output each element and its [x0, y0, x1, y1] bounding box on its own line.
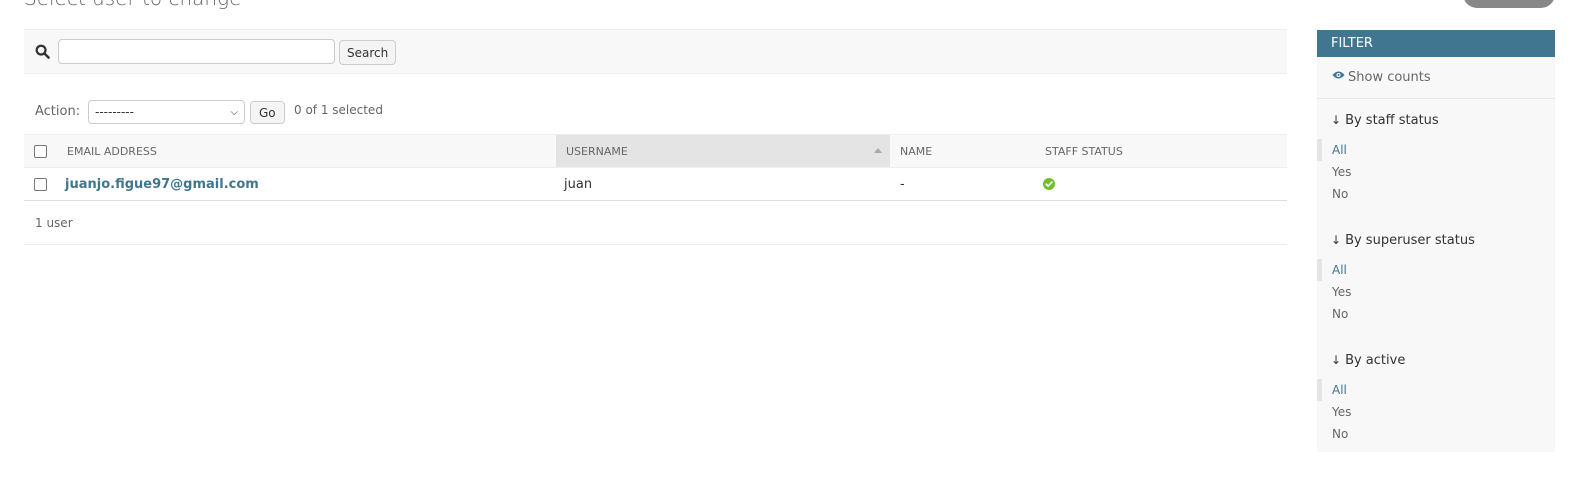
filter-option-label: All [1332, 263, 1347, 277]
search-toolbar: Search [24, 29, 1287, 74]
filter-option-label: Yes [1332, 285, 1352, 299]
paginator: 1 user [24, 202, 1287, 245]
filter-option-yes[interactable]: Yes [1317, 281, 1555, 303]
row-checkbox[interactable] [34, 177, 47, 191]
actions-bar: Action: --------- ⌵ Go 0 of 1 selected [24, 100, 1287, 134]
go-button[interactable]: Go [250, 101, 285, 124]
staff-status-cell [1043, 168, 1243, 200]
filter-option-yes[interactable]: Yes [1317, 401, 1555, 423]
table-header: Email address Username Name Staff status [24, 134, 1287, 168]
table-row: juanjo.figue97@gmail.com juan - [24, 168, 1287, 201]
column-username-label: Username [566, 144, 628, 158]
column-email-address[interactable]: Email address [67, 135, 547, 167]
filter-option-no[interactable]: No [1317, 183, 1555, 205]
add-user-button[interactable] [1463, 0, 1555, 8]
username-cell: juan [564, 176, 593, 192]
results-table: Email address Username Name Staff status… [24, 134, 1287, 245]
filter-options: All Yes No [1317, 139, 1555, 205]
select-all-checkbox[interactable] [34, 144, 47, 158]
email-cell: juanjo.figue97@gmail.com [65, 168, 545, 200]
search-icon [35, 44, 50, 59]
filter-option-no[interactable]: No [1317, 423, 1555, 445]
filter-option-all[interactable]: All [1317, 259, 1555, 281]
filter-option-no[interactable]: No [1317, 303, 1555, 325]
arrow-down-icon: ↓ [1331, 233, 1342, 247]
filter-header: Filter [1317, 30, 1555, 57]
filter-option-label: No [1332, 427, 1349, 441]
select-all-cell [34, 135, 54, 167]
filter-title: ↓ By staff status [1317, 111, 1555, 129]
filter-options: All Yes No [1317, 259, 1555, 325]
user-email-link[interactable]: juanjo.figue97@gmail.com [65, 177, 259, 192]
filter-sidebar: Filter Show counts ↓ By staff status All… [1317, 30, 1555, 452]
check-icon [1043, 178, 1055, 190]
eye-icon [1332, 71, 1345, 78]
filter-option-all[interactable]: All [1317, 379, 1555, 401]
filter-title-label: By superuser status [1345, 232, 1475, 248]
filter-group-active: ↓ By active All Yes No [1317, 325, 1555, 445]
filter-option-label: Yes [1332, 405, 1352, 419]
filter-title: ↓ By active [1317, 351, 1555, 369]
changelist: Search Action: --------- ⌵ Go 0 of 1 sel… [24, 29, 1287, 245]
filter-option-all[interactable]: All [1317, 139, 1555, 161]
row-select-cell [34, 168, 54, 200]
sort-ascending-icon[interactable] [874, 148, 882, 153]
filter-option-label: All [1332, 383, 1347, 397]
filter-option-label: All [1332, 143, 1347, 157]
filter-option-yes[interactable]: Yes [1317, 161, 1555, 183]
show-counts-link[interactable]: Show counts [1317, 57, 1555, 99]
filter-group-staff-status: ↓ By staff status All Yes No [1317, 99, 1555, 205]
action-select[interactable]: --------- ⌵ [88, 100, 245, 124]
filter-option-label: Yes [1332, 165, 1352, 179]
search-button[interactable]: Search [339, 40, 397, 65]
column-username[interactable]: Username [556, 135, 890, 167]
filter-group-superuser-status: ↓ By superuser status All Yes No [1317, 205, 1555, 325]
arrow-down-icon: ↓ [1331, 353, 1342, 367]
filter-option-label: No [1332, 307, 1349, 321]
filter-title: ↓ By superuser status [1317, 231, 1555, 249]
column-name[interactable]: Name [900, 135, 1030, 167]
action-label: Action: [35, 104, 81, 119]
filter-options: All Yes No [1317, 379, 1555, 445]
chevron-down-icon: ⌵ [230, 106, 238, 118]
filter-title-label: By staff status [1345, 112, 1439, 128]
filter-option-label: No [1332, 187, 1349, 201]
selected-count: 0 of 1 selected [294, 103, 383, 117]
name-cell: - [900, 176, 905, 192]
search-input[interactable] [58, 39, 335, 64]
show-counts-label: Show counts [1348, 70, 1431, 85]
action-select-value: --------- [95, 105, 134, 119]
column-staff-status[interactable]: Staff status [1045, 135, 1245, 167]
arrow-down-icon: ↓ [1331, 113, 1342, 127]
page-title: Select user to change [24, 0, 241, 10]
filter-title-label: By active [1345, 352, 1406, 368]
